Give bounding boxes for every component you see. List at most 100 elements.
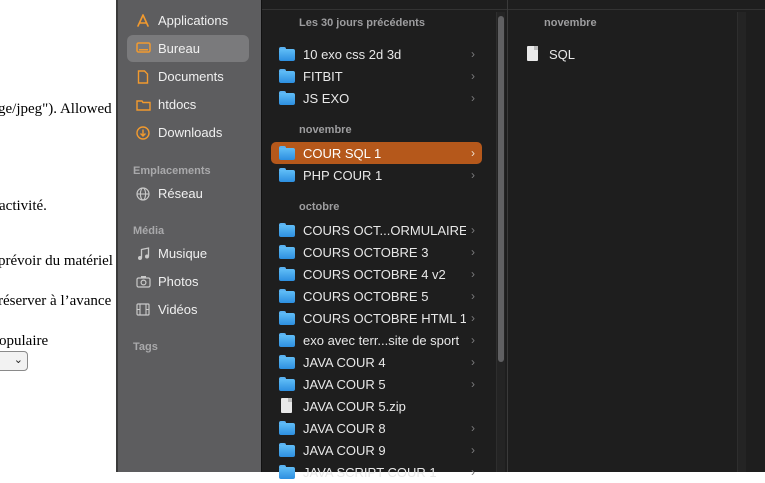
column-2-scrollbar[interactable] [737, 12, 746, 472]
finder-column-2: novembre SQL [507, 0, 765, 472]
chevron-right-icon: › [471, 289, 475, 303]
downloads-icon [135, 125, 151, 140]
bg-text-line: ge/jpeg"). Allowed [0, 101, 112, 117]
folder-row[interactable]: JAVA COUR 4 › [271, 351, 482, 373]
folder-icon [279, 245, 295, 259]
chevron-right-icon: › [471, 333, 475, 347]
folder-row[interactable]: COURS OCTOBRE 4 v2 › [271, 263, 482, 285]
folder-row[interactable]: JS EXO › [271, 87, 482, 109]
scrollbar-thumb[interactable] [498, 16, 504, 362]
sidebar-item-label: Musique [158, 246, 208, 261]
folder-icon [279, 377, 295, 391]
sidebar-item-label: Downloads [158, 125, 223, 140]
folder-icon [279, 267, 295, 281]
folder-row[interactable]: JAVA COUR 5 › [271, 373, 482, 395]
folder-row[interactable]: COURS OCTOBRE HTML 1 › [271, 307, 482, 329]
sidebar-item-bureau[interactable]: Bureau [127, 35, 249, 62]
chevron-right-icon: › [471, 377, 475, 391]
bg-text-line: réserver à l’avance [0, 293, 112, 309]
chevron-right-icon: › [471, 311, 475, 325]
folder-icon [279, 355, 295, 369]
folder-icon [279, 47, 295, 61]
bg-text-line: prévoir du matériel [0, 253, 113, 269]
zip-file-icon [279, 398, 295, 413]
camera-icon [135, 275, 151, 288]
globe-icon [135, 186, 151, 201]
sidebar-item-label: Réseau [158, 186, 203, 201]
group-header-octobre: octobre [299, 201, 340, 213]
chevron-right-icon: › [471, 355, 475, 369]
group-header-30-days: Les 30 jours précédents [299, 17, 425, 29]
folder-icon [279, 443, 295, 457]
chevron-right-icon: › [471, 168, 475, 182]
file-row[interactable]: JAVA COUR 5.zip [271, 395, 482, 417]
folder-row[interactable]: COURS OCTOBRE 5 › [271, 285, 482, 307]
sidebar-item-label: htdocs [158, 97, 197, 112]
chevron-right-icon: › [471, 465, 475, 479]
sidebar-item-videos[interactable]: Vidéos [127, 296, 249, 323]
folder-row[interactable]: JAVA COUR 9 › [271, 439, 482, 461]
sidebar-item-htdocs[interactable]: htdocs [127, 91, 249, 118]
sidebar-item-label: Documents [158, 69, 224, 84]
folder-icon [279, 168, 295, 182]
folder-row[interactable]: JAVA COUR 8 › [271, 417, 482, 439]
desktop-icon [135, 42, 151, 55]
sidebar-item-downloads[interactable]: Downloads [127, 119, 249, 146]
folder-row[interactable]: 10 exo css 2d 3d › [271, 43, 482, 65]
folder-row[interactable]: COURS OCTOBRE 3 › [271, 241, 482, 263]
applications-icon [135, 13, 151, 28]
sidebar-item-label: Bureau [158, 41, 200, 56]
folder-row-selected[interactable]: COUR SQL 1 › [271, 142, 482, 164]
chevron-right-icon: › [471, 267, 475, 281]
folder-icon [279, 223, 295, 237]
column-1-scrollbar[interactable] [496, 12, 505, 472]
chevron-right-icon: › [471, 69, 475, 83]
finder-sidebar: Applications Bureau Documents htdocs Dow… [118, 0, 261, 472]
chevron-right-icon: › [471, 421, 475, 435]
sidebar-section-emplacements: Emplacements [133, 165, 211, 177]
sidebar-section-tags: Tags [133, 341, 158, 353]
sidebar-item-documents[interactable]: Documents [127, 63, 249, 90]
film-icon [135, 303, 151, 316]
folder-row[interactable]: JAVA SCRIPT COUR 1 › [271, 461, 482, 483]
folder-icon [279, 421, 295, 435]
folder-icon [279, 146, 295, 160]
file-row-sql[interactable]: SQL [517, 43, 717, 65]
music-icon [135, 246, 151, 261]
sidebar-section-media: Média [133, 225, 165, 237]
sidebar-item-label: Applications [158, 13, 229, 28]
bg-select-dropdown[interactable]: ⌄ [0, 351, 28, 371]
chevron-right-icon: › [471, 146, 475, 160]
bg-text-line: opulaire [0, 333, 49, 349]
sidebar-item-label: Photos [158, 274, 199, 289]
sidebar-item-photos[interactable]: Photos [127, 268, 249, 295]
finder-column-1: Les 30 jours précédents 10 exo css 2d 3d… [261, 0, 508, 480]
folder-icon [279, 91, 295, 105]
folder-row[interactable]: FITBIT › [271, 65, 482, 87]
bg-text-line: activité. [0, 198, 47, 214]
background-web-page: ge/jpeg"). Allowed activité. prévoir du … [0, 0, 118, 472]
chevron-right-icon: › [471, 47, 475, 61]
column-top-bar [262, 0, 508, 10]
sidebar-item-label: Vidéos [158, 302, 198, 317]
chevron-right-icon: › [471, 223, 475, 237]
chevron-right-icon: › [471, 91, 475, 105]
folder-icon [279, 69, 295, 83]
chevron-right-icon: › [471, 443, 475, 457]
chevron-down-icon: ⌄ [13, 353, 23, 366]
folder-icon [279, 311, 295, 325]
folder-row[interactable]: PHP COUR 1 › [271, 164, 482, 186]
folder-row[interactable]: COURS OCT...ORMULAIRE › [271, 219, 482, 241]
folder-icon [135, 99, 151, 111]
group-header-novembre: novembre [299, 124, 352, 136]
sidebar-item-reseau[interactable]: Réseau [127, 180, 249, 207]
folder-icon [279, 333, 295, 347]
column-top-bar [508, 0, 765, 10]
document-icon [525, 46, 541, 61]
group-header-novembre: novembre [544, 17, 597, 29]
folder-icon [279, 465, 295, 479]
chevron-right-icon: › [471, 245, 475, 259]
sidebar-item-applications[interactable]: Applications [127, 7, 249, 34]
folder-row[interactable]: exo avec terr...site de sport › [271, 329, 482, 351]
sidebar-item-musique[interactable]: Musique [127, 240, 249, 267]
